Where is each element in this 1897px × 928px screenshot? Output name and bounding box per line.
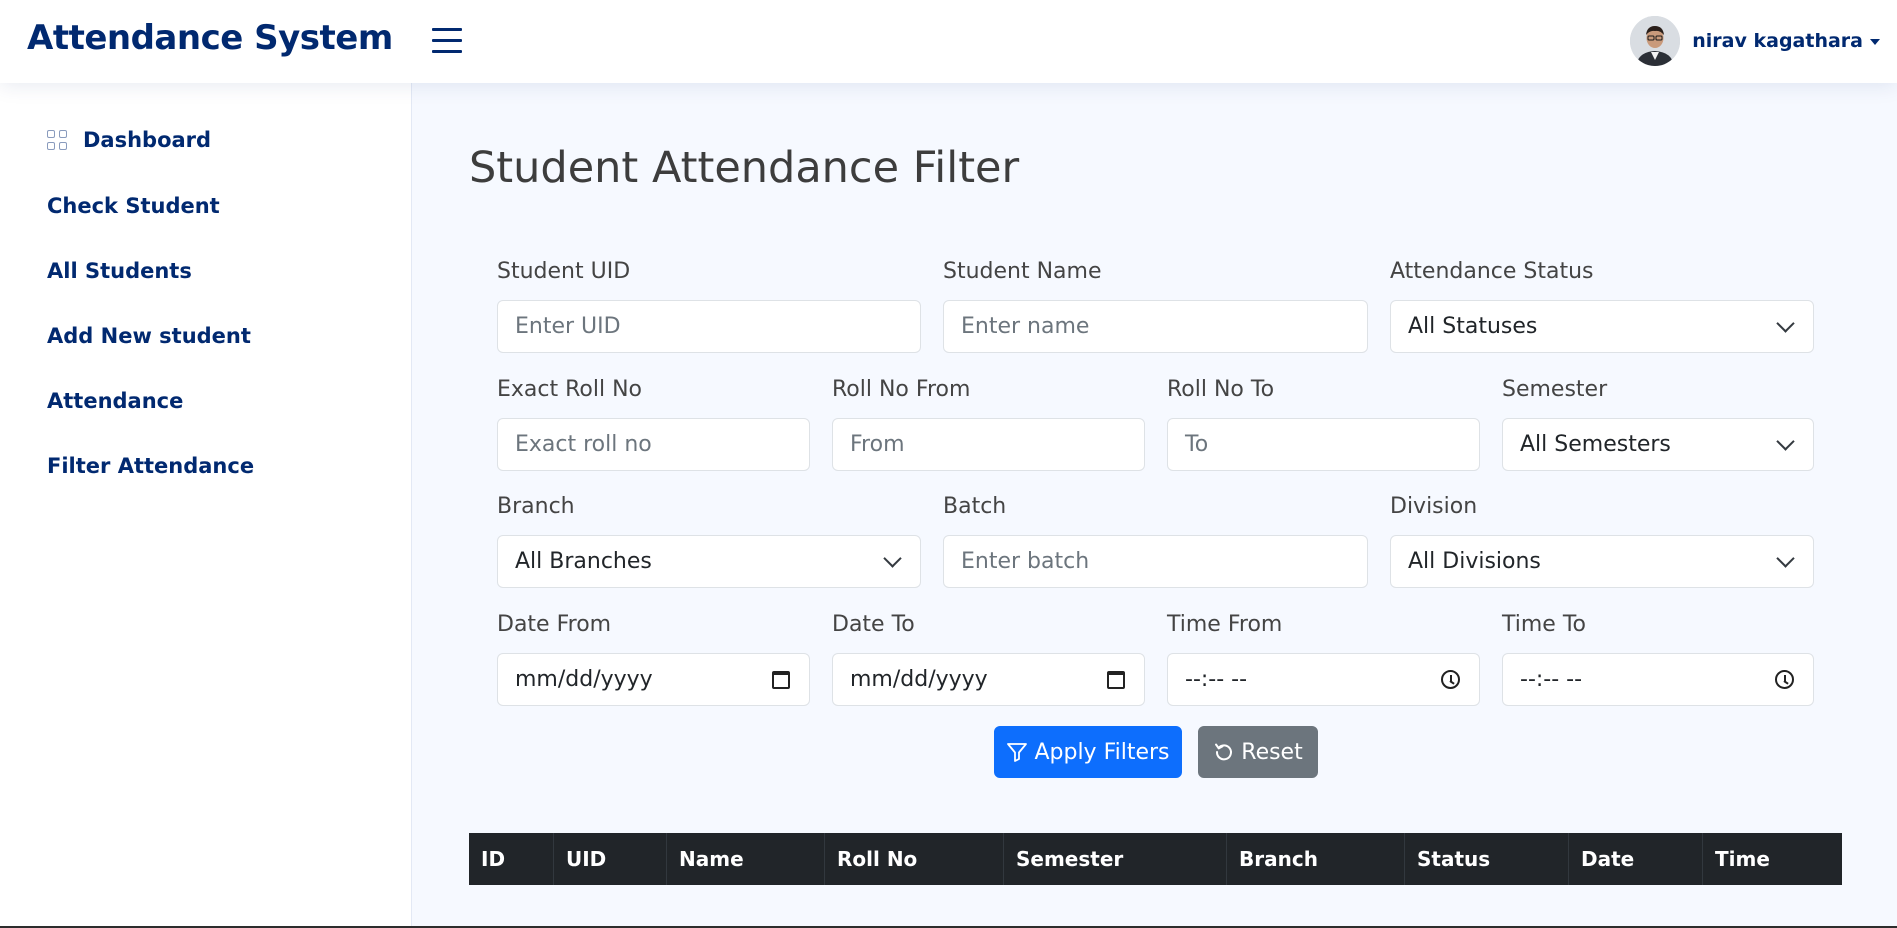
division-label: Division	[1390, 494, 1478, 519]
sidebar-item-check-student[interactable]: Check Student	[47, 190, 220, 222]
chevron-down-icon	[883, 549, 902, 568]
apply-filters-button[interactable]: Apply Filters	[994, 726, 1182, 778]
avatar	[1630, 16, 1681, 66]
sidebar-item-filter-attendance[interactable]: Filter Attendance	[47, 450, 254, 482]
date-from-value: mm/dd/yyyy	[515, 667, 653, 692]
chevron-down-icon	[1776, 432, 1795, 451]
time-from-input[interactable]: --:-- --	[1167, 653, 1480, 706]
status-select-value: All Statuses	[1408, 314, 1538, 339]
reset-label: Reset	[1241, 739, 1303, 765]
name-input[interactable]: Enter name	[943, 300, 1368, 353]
date-from-label: Date From	[497, 612, 612, 637]
clock-icon[interactable]	[1441, 670, 1460, 689]
top-header: Attendance System nirav kagathara	[0, 0, 1897, 83]
main-content: Student Attendance Filter Student UID En…	[412, 83, 1897, 928]
batch-label: Batch	[943, 494, 1007, 519]
calendar-icon[interactable]	[1107, 670, 1125, 689]
column-header-time[interactable]: Time	[1703, 833, 1842, 885]
column-header-date[interactable]: Date	[1569, 833, 1703, 885]
sidebar-item-dashboard[interactable]: Dashboard	[47, 124, 211, 156]
calendar-icon[interactable]	[772, 670, 790, 689]
exact-roll-label: Exact Roll No	[497, 377, 643, 402]
status-select[interactable]: All Statuses	[1390, 300, 1814, 353]
semester-select[interactable]: All Semesters	[1502, 418, 1814, 471]
roll-to-input[interactable]: To	[1167, 418, 1480, 471]
column-header-branch[interactable]: Branch	[1227, 833, 1405, 885]
page-title: Student Attendance Filter	[469, 143, 1020, 193]
filter-icon	[1007, 743, 1028, 762]
date-to-value: mm/dd/yyyy	[850, 667, 988, 692]
roll-from-input[interactable]: From	[832, 418, 1145, 471]
sidebar: Dashboard Check Student All Students Add…	[0, 83, 412, 928]
branch-select-value: All Branches	[515, 549, 652, 574]
time-from-value: --:-- --	[1185, 667, 1248, 692]
chevron-down-icon	[1776, 549, 1795, 568]
semester-select-value: All Semesters	[1520, 432, 1671, 457]
date-to-label: Date To	[832, 612, 915, 637]
time-from-label: Time From	[1167, 612, 1283, 637]
sidebar-item-label: Dashboard	[83, 128, 212, 152]
sidebar-item-attendance[interactable]: Attendance	[47, 385, 183, 417]
roll-from-label: Roll No From	[832, 377, 971, 402]
sidebar-item-label: Filter Attendance	[47, 454, 255, 478]
roll-to-label: Roll No To	[1167, 377, 1275, 402]
exact-roll-input[interactable]: Exact roll no	[497, 418, 810, 471]
brand-logo[interactable]: Attendance System	[27, 18, 393, 58]
branch-label: Branch	[497, 494, 575, 519]
column-header-name[interactable]: Name	[667, 833, 825, 885]
branch-select[interactable]: All Branches	[497, 535, 921, 588]
uid-input[interactable]: Enter UID	[497, 300, 921, 353]
division-select[interactable]: All Divisions	[1390, 535, 1814, 588]
division-select-value: All Divisions	[1408, 549, 1541, 574]
semester-label: Semester	[1502, 377, 1608, 402]
sidebar-item-label: Attendance	[47, 389, 184, 413]
profile-dropdown[interactable]: nirav kagathara	[1630, 16, 1880, 66]
time-to-label: Time To	[1502, 612, 1586, 637]
batch-input[interactable]: Enter batch	[943, 535, 1368, 588]
results-table-header: ID UID Name Roll No Semester Branch Stat…	[469, 833, 1842, 885]
profile-name: nirav kagathara	[1692, 30, 1863, 52]
column-header-semester[interactable]: Semester	[1004, 833, 1227, 885]
name-label: Student Name	[943, 259, 1102, 284]
sidebar-item-label: All Students	[47, 259, 192, 283]
sidebar-item-label: Add New student	[47, 324, 251, 348]
clock-icon[interactable]	[1775, 670, 1794, 689]
date-from-input[interactable]: mm/dd/yyyy	[497, 653, 810, 706]
sidebar-item-all-students[interactable]: All Students	[47, 255, 192, 287]
reset-icon	[1215, 743, 1233, 761]
status-label: Attendance Status	[1390, 259, 1594, 284]
column-header-status[interactable]: Status	[1405, 833, 1569, 885]
time-to-value: --:-- --	[1520, 667, 1583, 692]
apply-filters-label: Apply Filters	[1034, 739, 1170, 765]
column-header-roll-no[interactable]: Roll No	[825, 833, 1004, 885]
date-to-input[interactable]: mm/dd/yyyy	[832, 653, 1145, 706]
chevron-down-icon	[1776, 314, 1795, 333]
column-header-uid[interactable]: UID	[554, 833, 667, 885]
sidebar-item-label: Check Student	[47, 194, 220, 218]
reset-button[interactable]: Reset	[1198, 726, 1318, 778]
column-header-id[interactable]: ID	[469, 833, 554, 885]
time-to-input[interactable]: --:-- --	[1502, 653, 1814, 706]
uid-label: Student UID	[497, 259, 631, 284]
sidebar-item-add-new-student[interactable]: Add New student	[47, 320, 251, 352]
caret-down-icon	[1870, 39, 1880, 45]
grid-icon	[47, 130, 67, 150]
menu-toggle-icon[interactable]	[430, 26, 464, 56]
